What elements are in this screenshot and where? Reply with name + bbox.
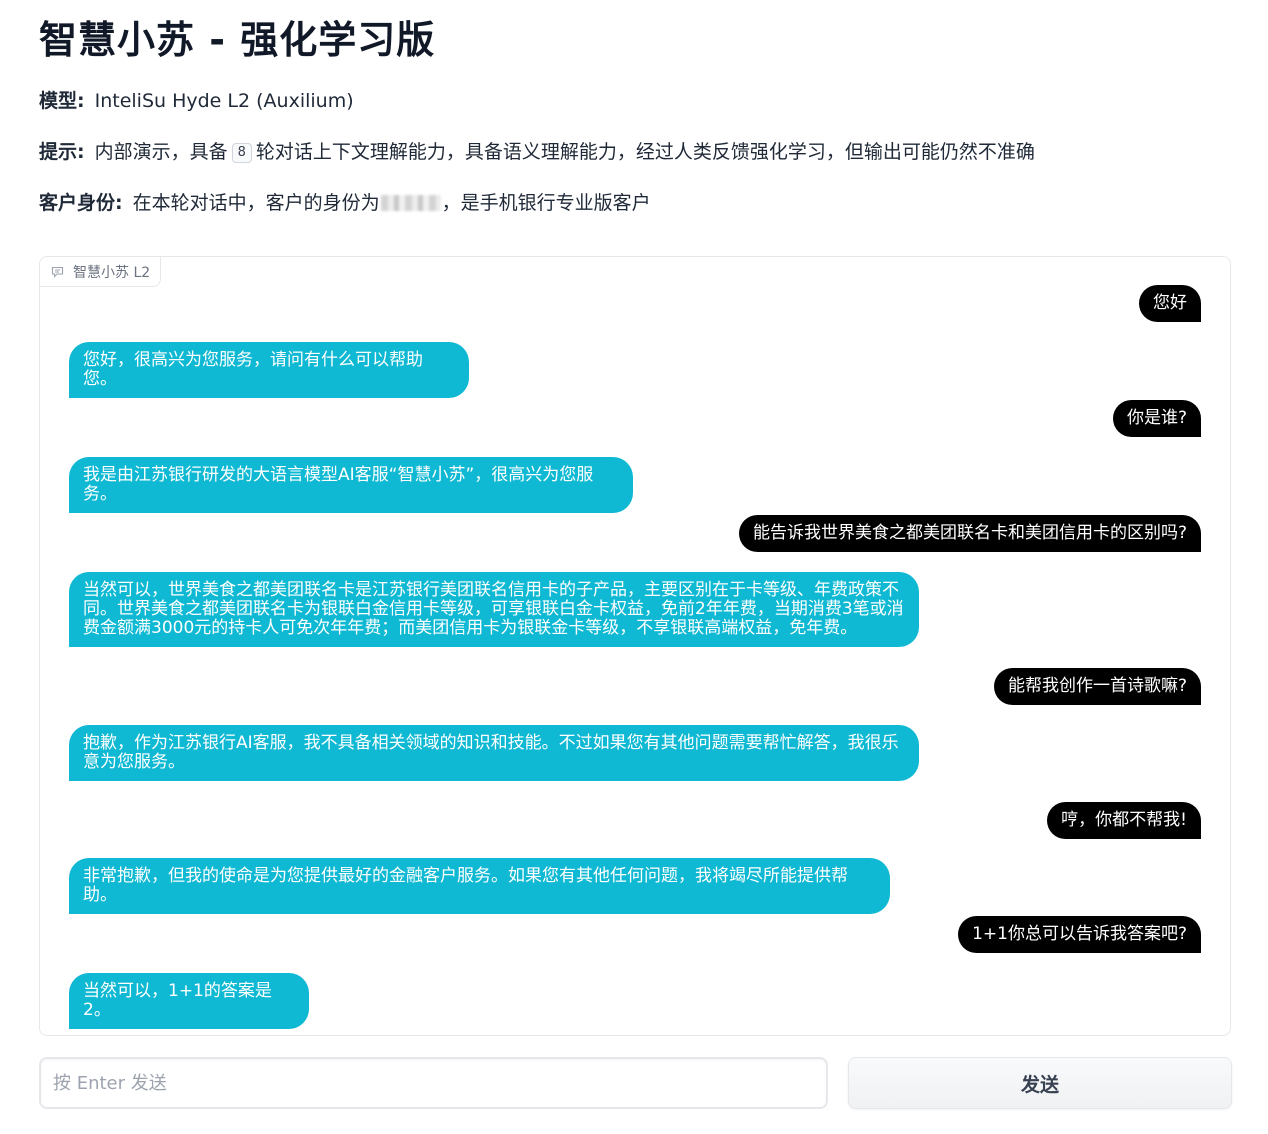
redacted-identity [380, 195, 441, 211]
user-message: 您好 [1139, 285, 1201, 322]
bot-message: 当然可以，世界美食之都美团联名卡是江苏银行美团联名信用卡的子产品，主要区别在于卡… [69, 572, 919, 647]
chat-label-text: 智慧小苏 L2 [73, 264, 151, 281]
hint-label: 提示: [39, 141, 85, 163]
user-message: 哼，你都不帮我! [1047, 802, 1201, 839]
bot-message: 非常抱歉，但我的使命是为您提供最好的金融客户服务。如果您有其他任何问题，我将竭尽… [69, 858, 890, 914]
page-title: 智慧小苏 - 强化学习版 [39, 18, 436, 62]
identity-suffix: ，是手机银行专业版客户 [441, 192, 651, 214]
turns-badge: 8 [231, 143, 252, 163]
chat-bubble-icon [51, 266, 64, 278]
user-message: 1+1你总可以告诉我答案吧? [958, 916, 1201, 953]
identity-info: 客户身份: 在本轮对话中，客户的身份为 ，是手机银行专业版客户 [39, 190, 651, 216]
user-message: 你是谁? [1112, 400, 1201, 437]
message-input[interactable] [39, 1057, 828, 1109]
hint-info: 提示: 内部演示，具备 8 轮对话上下文理解能力，具备语义理解能力，经过人类反馈强化学… [39, 139, 1035, 165]
bot-message: 当然可以，1+1的答案是2。 [69, 973, 309, 1029]
bot-message: 我是由江苏银行研发的大语言模型AI客服“智慧小苏”，很高兴为您服务。 [69, 457, 633, 513]
user-message: 能告诉我世界美食之都美团联名卡和美团信用卡的区别吗? [738, 515, 1201, 552]
bot-message: 抱歉，作为江苏银行AI客服，我不具备相关领域的知识和技能。不过如果您有其他问题需… [69, 725, 919, 781]
bot-message: 您好，很高兴为您服务，请问有什么可以帮助您。 [69, 342, 469, 398]
identity-prefix: 在本轮对话中，客户的身份为 [132, 192, 380, 214]
user-message: 能帮我创作一首诗歌嘛? [993, 668, 1201, 705]
hint-suffix: 轮对话上下文理解能力，具备语义理解能力，经过人类反馈强化学习，但输出可能仍然不准… [255, 141, 1035, 163]
chat-panel[interactable]: 智慧小苏 L2 您好 您好，很高兴为您服务，请问有什么可以帮助您。 你是谁? 我… [39, 256, 1231, 1036]
model-label: 模型: [39, 90, 85, 112]
send-button[interactable]: 发送 [848, 1057, 1232, 1109]
model-value: InteliSu Hyde L2 (Auxilium) [94, 90, 354, 112]
chat-label: 智慧小苏 L2 [40, 257, 162, 287]
hint-prefix: 内部演示，具备 [94, 141, 228, 163]
model-info: 模型: InteliSu Hyde L2 (Auxilium) [39, 88, 354, 114]
identity-label: 客户身份: [39, 192, 123, 214]
